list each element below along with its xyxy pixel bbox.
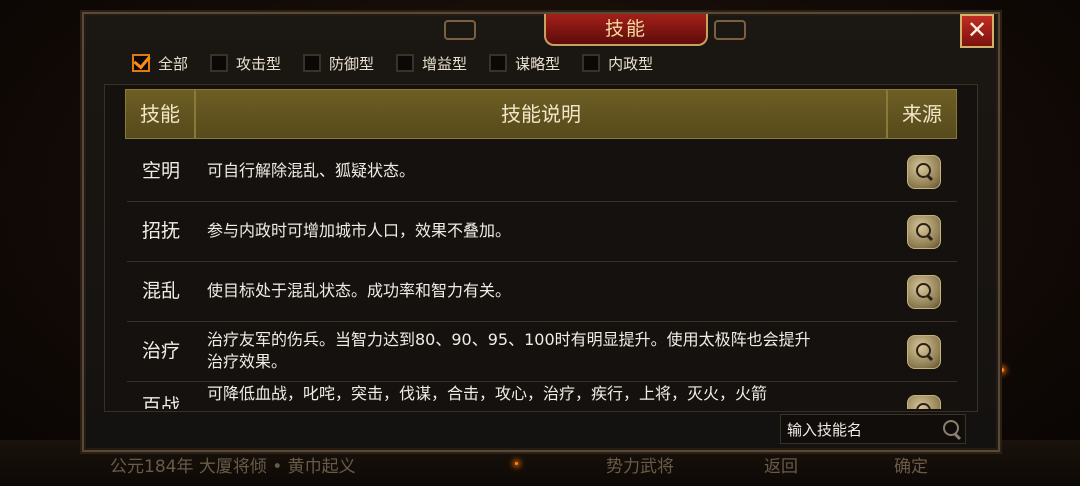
background-status-text: 公元184年 大厦将倾 • 黄巾起义 xyxy=(110,457,356,477)
title-ornament-right xyxy=(714,20,746,40)
skills-table: 技能 技能说明 来源 空明 可自行解除混乱、狐疑状态。 招抚 参与内政时可增加城… xyxy=(104,84,978,412)
skill-name: 空明 xyxy=(141,160,180,182)
skill-description: 治疗友军的伤兵。当智力达到80、90、95、100时有明显提升。使用太极阵也会提… xyxy=(207,321,817,381)
filter-all[interactable]: 全部 xyxy=(132,53,188,74)
skill-name: 治疗 xyxy=(141,340,180,362)
panel-title: 技能 xyxy=(544,14,708,46)
table-row: 混乱 使目标处于混乱状态。成功率和智力有关。 xyxy=(127,261,957,322)
checkbox-attack[interactable] xyxy=(210,54,229,72)
filter-label: 攻击型 xyxy=(236,54,282,73)
filter-defense[interactable]: 防御型 xyxy=(303,53,374,74)
skill-description-text: 可降低血战，叱咤，突击，伐谋，合击，攻心，治疗，疾行，上将，灭火，火箭 xyxy=(207,384,768,403)
skill-description-text: 参与内政时可增加城市人口，效果不叠加。 xyxy=(207,221,512,240)
checkbox-defense[interactable] xyxy=(303,54,322,72)
source-search-icon[interactable] xyxy=(907,155,941,189)
filter-strategy[interactable]: 谋略型 xyxy=(489,53,560,74)
filter-label: 内政型 xyxy=(608,54,654,73)
background-generals-button: 势力武将 xyxy=(606,457,674,477)
search-icon[interactable] xyxy=(943,420,959,436)
table-row: 招抚 参与内政时可增加城市人口，效果不叠加。 xyxy=(127,201,957,262)
table-row: 空明 可自行解除混乱、狐疑状态。 xyxy=(127,141,957,202)
table-row: 治疗 治疗友军的伤兵。当智力达到80、90、95、100时有明显提升。使用太极阵… xyxy=(127,321,957,382)
skill-description: 可自行解除混乱、狐疑状态。 xyxy=(207,141,817,201)
skill-name: 百战 xyxy=(141,395,180,409)
skill-name: 招抚 xyxy=(141,220,180,242)
checkbox-buff[interactable] xyxy=(396,54,415,72)
source-search-icon[interactable] xyxy=(907,275,941,309)
filter-label: 增益型 xyxy=(422,54,468,73)
filter-row: 全部 攻击型 防御型 增益型 谋略型 内政型 xyxy=(132,52,675,74)
table-header: 技能 技能说明 来源 xyxy=(125,89,957,139)
close-button[interactable]: ✕ xyxy=(960,14,994,48)
background-confirm-button: 确定 xyxy=(894,457,928,477)
source-search-icon[interactable] xyxy=(907,395,941,409)
skill-description: 可降低血战，叱咤，突击，伐谋，合击，攻心，治疗，疾行，上将，灭火，火箭 xyxy=(207,381,817,409)
source-search-icon[interactable] xyxy=(907,335,941,369)
title-ornament-left xyxy=(444,20,476,40)
checkbox-all[interactable] xyxy=(132,54,150,72)
filter-label: 谋略型 xyxy=(515,54,561,73)
skill-description: 参与内政时可增加城市人口，效果不叠加。 xyxy=(207,201,817,261)
ember-particle xyxy=(1000,368,1004,372)
source-search-icon[interactable] xyxy=(907,215,941,249)
header-description: 技能说明 xyxy=(195,89,887,139)
header-skill: 技能 xyxy=(125,89,195,139)
checkbox-strategy[interactable] xyxy=(489,54,508,72)
skill-description-text: 可自行解除混乱、狐疑状态。 xyxy=(207,161,416,180)
skill-search-input[interactable]: 输入技能名 xyxy=(780,414,966,444)
background-back-button: 返回 xyxy=(764,457,798,477)
skill-name: 混乱 xyxy=(141,280,180,302)
filter-attack[interactable]: 攻击型 xyxy=(210,53,281,74)
search-placeholder: 输入技能名 xyxy=(787,421,863,439)
filter-domestic[interactable]: 内政型 xyxy=(582,53,653,74)
close-icon: ✕ xyxy=(966,16,988,44)
ember-particle xyxy=(515,462,518,465)
filter-buff[interactable]: 增益型 xyxy=(396,53,467,74)
panel-title-text: 技能 xyxy=(604,18,647,40)
skill-description-text: 治疗友军的伤兵。当智力达到80、90、95、100时有明显提升。使用太极阵也会提… xyxy=(207,330,811,371)
checkbox-domestic[interactable] xyxy=(582,54,601,72)
skill-description: 使目标处于混乱状态。成功率和智力有关。 xyxy=(207,261,817,321)
table-row: 百战 可降低血战，叱咤，突击，伐谋，合击，攻心，治疗，疾行，上将，灭火，火箭 xyxy=(127,381,957,409)
filter-label: 全部 xyxy=(158,54,189,73)
header-source: 来源 xyxy=(887,89,957,139)
filter-label: 防御型 xyxy=(329,54,375,73)
skill-description-text: 使目标处于混乱状态。成功率和智力有关。 xyxy=(207,281,512,300)
